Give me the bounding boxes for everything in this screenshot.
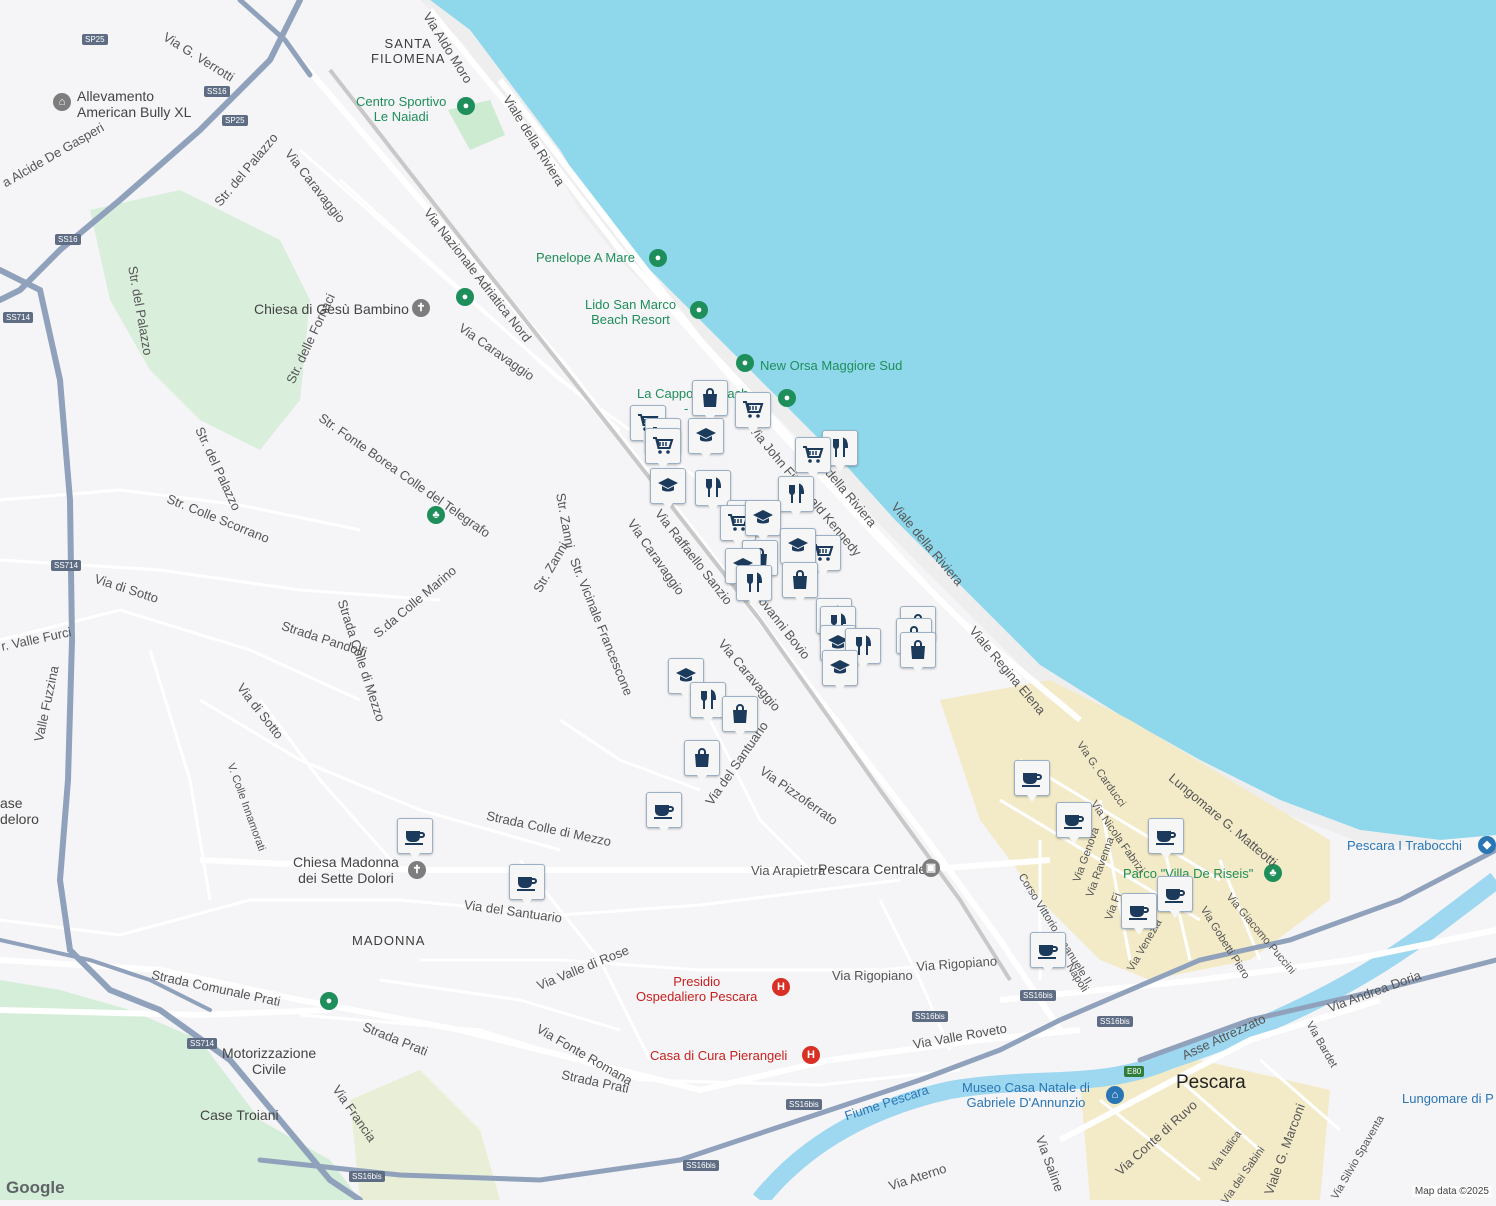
poi-lungomare[interactable]: Lungomare di P <box>1402 1091 1494 1106</box>
marker-shop-bag-icon[interactable] <box>782 562 818 604</box>
marker-cart-icon[interactable] <box>645 428 681 470</box>
shield-e80: E80 <box>1124 1066 1145 1077</box>
poi-presidio[interactable]: Presidio Ospedaliero Pescara <box>636 974 757 1004</box>
marker-shop-bag-icon[interactable] <box>900 632 936 674</box>
poi-casa-cura[interactable]: Casa di Cura Pierangeli <box>650 1048 787 1063</box>
marker-cafe-icon[interactable] <box>397 818 433 860</box>
poi-pescara-centrale[interactable]: Pescara Centrale <box>818 861 926 877</box>
museum-blue-icon[interactable]: ⌂ <box>1106 1086 1124 1104</box>
marker-school-icon[interactable] <box>688 418 724 460</box>
church-icon[interactable]: ✝ <box>412 299 430 317</box>
marker-cart-icon[interactable] <box>735 392 771 434</box>
shield-ss714: SS714 <box>3 312 34 323</box>
train-station-icon[interactable]: ▣ <box>922 859 940 877</box>
map-attribution[interactable]: Map data ©2025 <box>1411 1186 1492 1197</box>
marker-cafe-icon[interactable] <box>1014 760 1050 802</box>
marker-cafe-icon[interactable] <box>1121 893 1157 935</box>
marker-cafe-icon[interactable] <box>1056 802 1092 844</box>
marker-shop-bag-icon[interactable] <box>684 740 720 782</box>
museum-icon[interactable]: ⌂ <box>53 93 71 111</box>
street-arapietra: Via Arapietra <box>751 863 826 878</box>
marker-restaurant-icon[interactable] <box>778 476 814 518</box>
area-case-troiani: Case Troiani <box>200 1107 279 1123</box>
pin-capponi-icon[interactable]: ● <box>778 389 796 407</box>
marker-restaurant-icon[interactable] <box>690 682 726 724</box>
poi-penelope[interactable]: Penelope A Mare <box>536 250 635 265</box>
marker-cafe-icon[interactable] <box>1157 876 1193 918</box>
shield-ss16bis-e: SS16bis <box>683 1160 719 1171</box>
poi-trabocchi[interactable]: Pescara I Trabocchi <box>1347 838 1462 853</box>
shield-ss16-b: SS16 <box>55 234 81 245</box>
marker-cafe-icon[interactable] <box>1030 932 1066 974</box>
marker-school-icon[interactable] <box>745 500 781 542</box>
poi-centro-sportivo[interactable]: Centro Sportivo Le Naiadi <box>356 94 446 124</box>
marker-school-icon[interactable] <box>780 528 816 570</box>
hospital-icon[interactable]: H <box>772 978 790 996</box>
google-logo: Google <box>6 1178 65 1197</box>
park-west-hills <box>90 190 310 450</box>
trabocchi-icon[interactable]: ◆ <box>1478 836 1496 854</box>
poi-museo[interactable]: Museo Casa Natale di Gabriele D'Annunzio <box>962 1080 1090 1110</box>
marker-cafe-icon[interactable] <box>509 864 545 906</box>
city-pescara: Pescara <box>1176 1072 1246 1093</box>
shield-ss16bis-a: SS16bis <box>1020 990 1056 1001</box>
poi-allevamento[interactable]: Allevamento American Bully XL <box>77 88 191 120</box>
marker-restaurant-icon[interactable] <box>736 565 772 607</box>
poi-motorizzazione[interactable]: Motorizzazione Civile <box>222 1045 316 1077</box>
shield-ss714-c: SS714 <box>187 1038 218 1049</box>
marker-school-icon[interactable] <box>822 650 858 692</box>
marker-shop-bag-icon[interactable] <box>692 380 728 422</box>
marker-school-icon[interactable] <box>650 468 686 510</box>
pin-green-icon[interactable]: ● <box>456 288 474 306</box>
pin-lido-icon[interactable]: ● <box>690 301 708 319</box>
pin-motorizzazione-icon[interactable]: ● <box>320 992 338 1010</box>
pin-centro-sportivo-icon[interactable]: ● <box>457 97 475 115</box>
shield-ss16bis-c: SS16bis <box>1097 1016 1133 1027</box>
shield-ss16: SS16 <box>204 86 230 97</box>
marker-cart-icon[interactable] <box>795 437 831 479</box>
shield-ss16bis-d: SS16bis <box>786 1099 822 1110</box>
church-madonna-icon[interactable]: ✝ <box>408 861 426 879</box>
shield-ss714-b: SS714 <box>51 560 82 571</box>
marker-restaurant-icon[interactable] <box>695 470 731 512</box>
poi-new-orsa[interactable]: New Orsa Maggiore Sud <box>760 358 902 373</box>
pin-penelope-icon[interactable]: ● <box>649 249 667 267</box>
marker-cafe-icon[interactable] <box>1148 818 1184 860</box>
shield-ss16bis-f: SS16bis <box>349 1171 385 1182</box>
marker-cafe-icon[interactable] <box>646 792 682 834</box>
pin-orsa-icon[interactable]: ● <box>736 354 754 372</box>
shield-ss16bis-b: SS16bis <box>912 1011 948 1022</box>
area-case-deloro: ase deloro <box>0 795 39 827</box>
poi-chiesa-madonna[interactable]: Chiesa Madonna dei Sette Dolori <box>293 854 399 886</box>
marker-shop-bag-icon[interactable] <box>722 696 758 738</box>
shield-sp25-b: SP25 <box>222 115 248 126</box>
poi-lido-san-marco[interactable]: Lido San Marco Beach Resort <box>585 297 676 327</box>
area-madonna: MADONNA <box>352 933 426 948</box>
hospital-icon-2[interactable]: H <box>802 1046 820 1064</box>
shield-sp25: SP25 <box>82 34 108 45</box>
street-rigopiano-1: Via Rigopiano <box>832 968 913 983</box>
